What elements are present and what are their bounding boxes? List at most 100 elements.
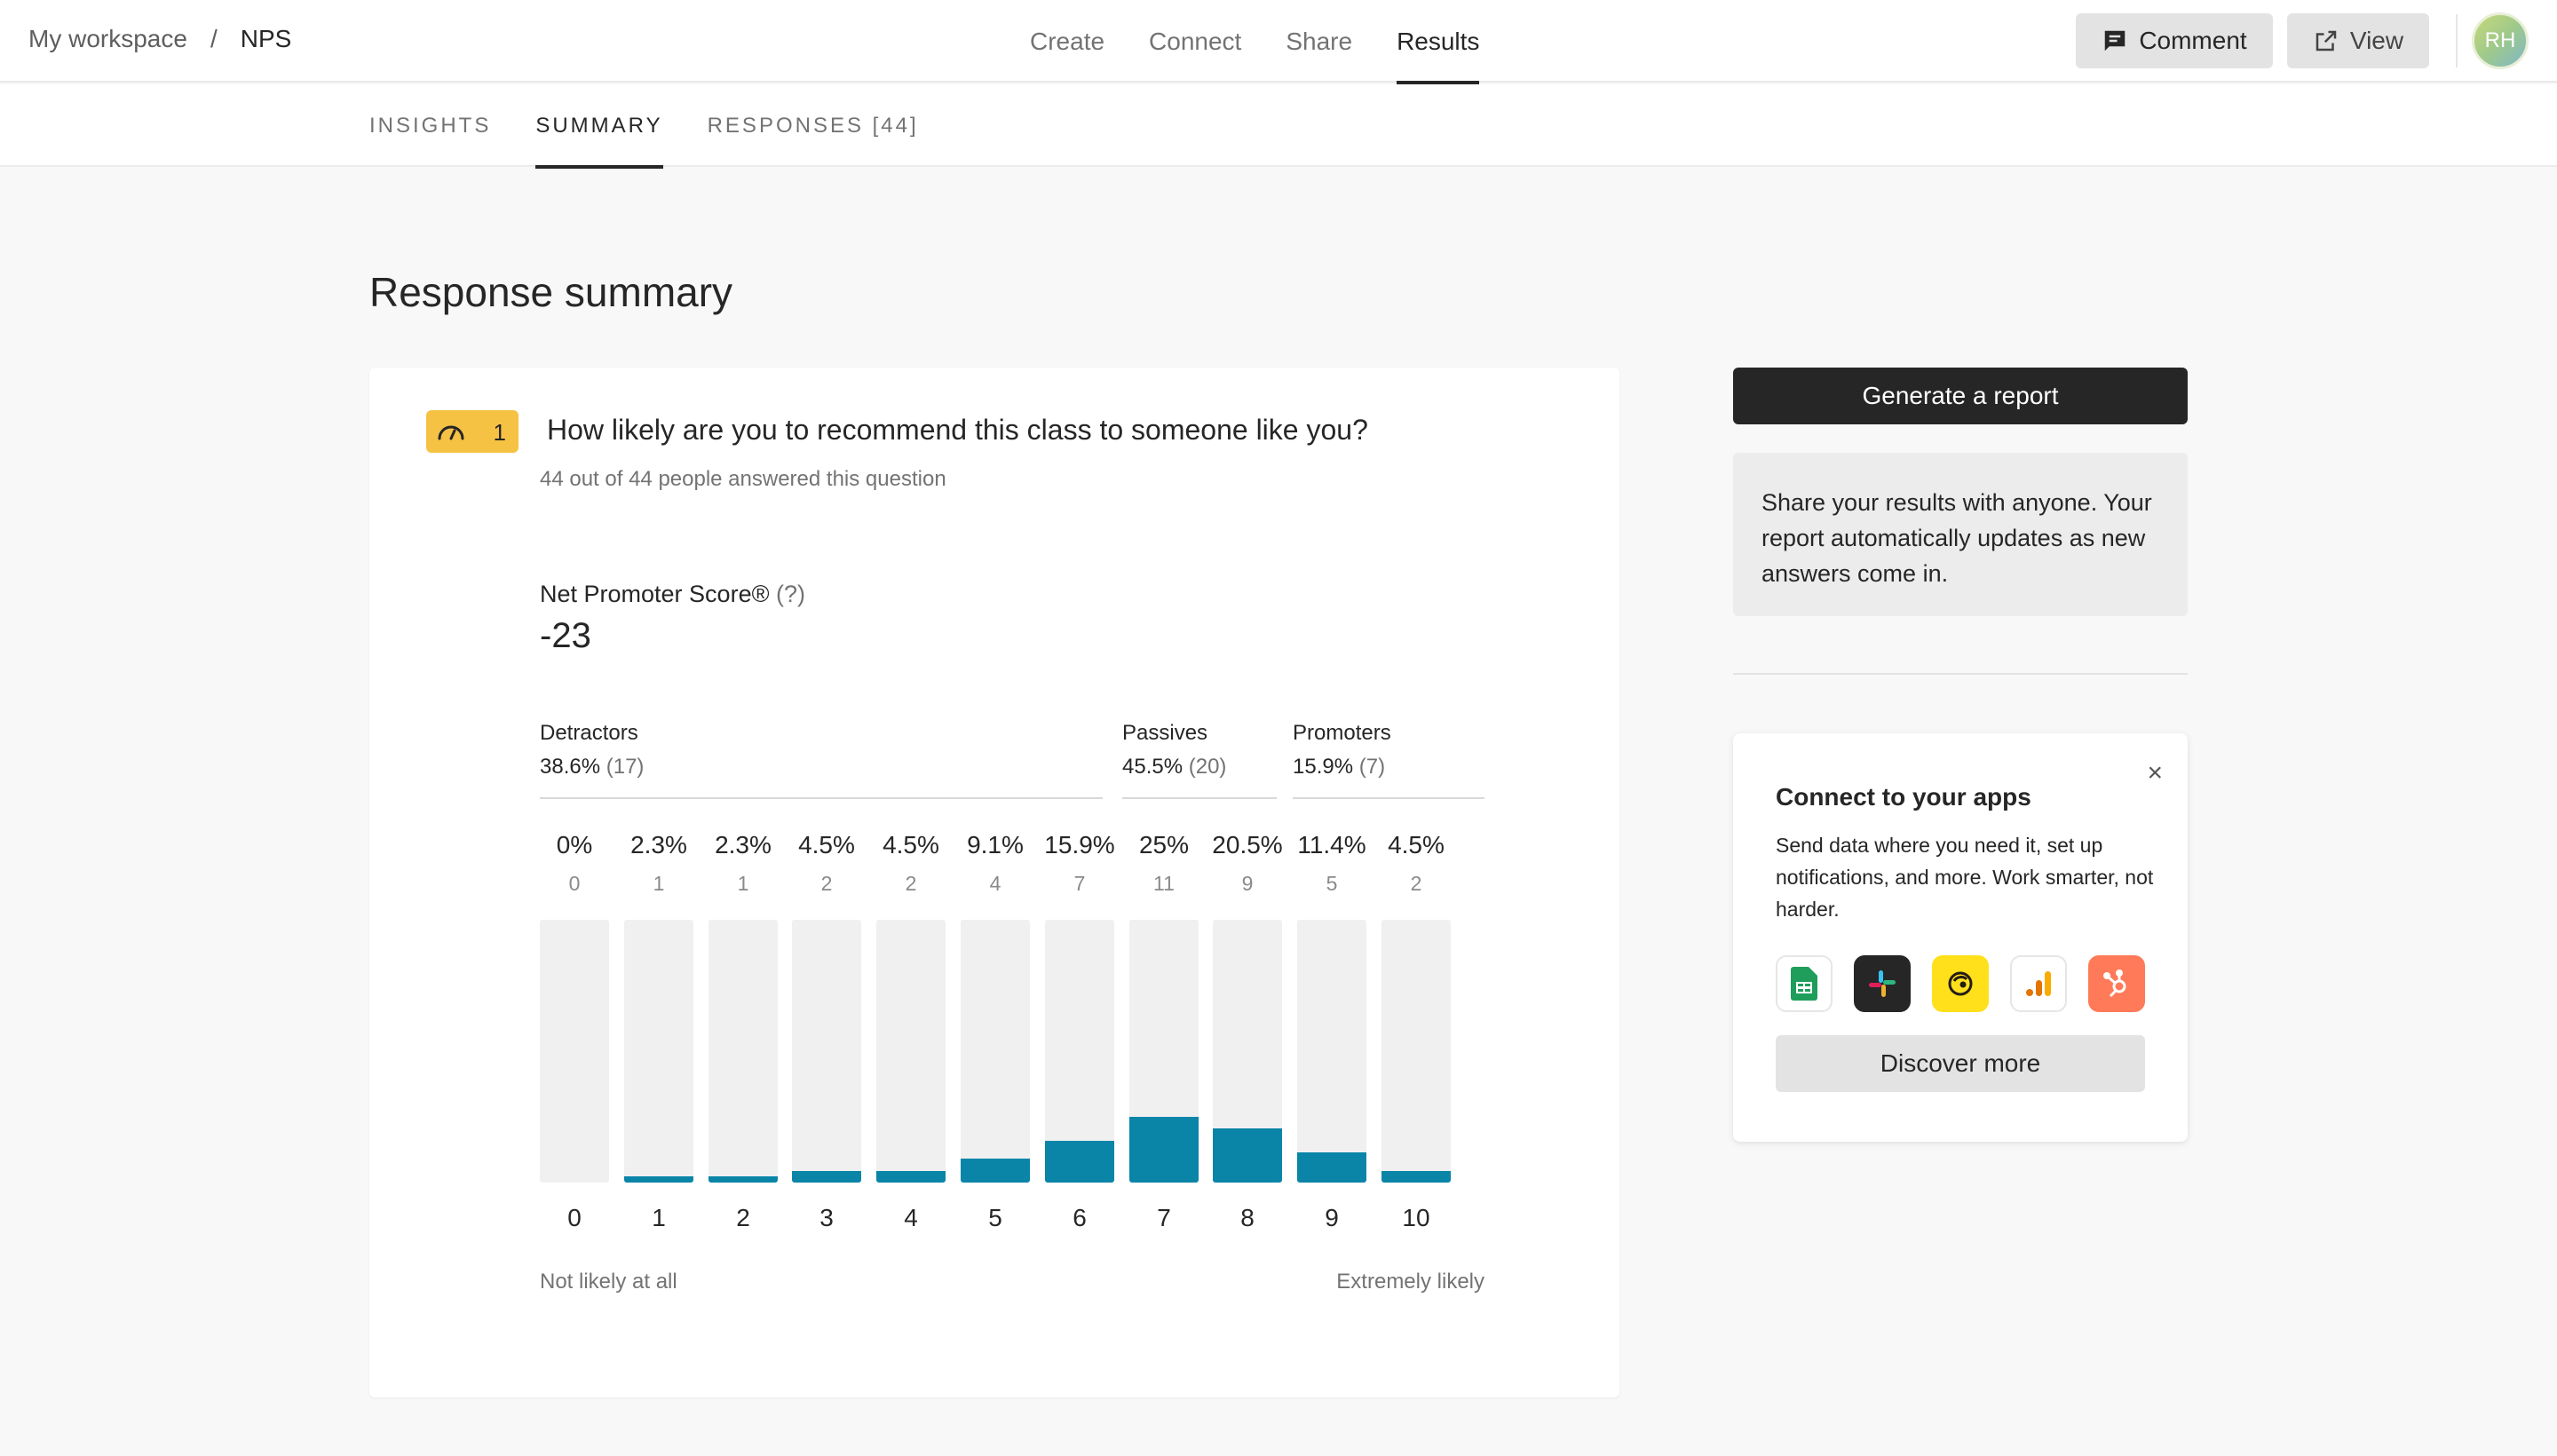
question-badge: 1 bbox=[426, 410, 519, 453]
top-bar: My workspace / NPS Create Connect Share … bbox=[0, 0, 2557, 84]
bar-count-label: 1 bbox=[653, 872, 665, 895]
toolbar-divider bbox=[2456, 14, 2458, 67]
nps-help[interactable]: (?) bbox=[776, 581, 805, 607]
bar-fill bbox=[1297, 1152, 1366, 1183]
promoters-name: Promoters bbox=[1293, 721, 1391, 745]
answered-count: 44 out of 44 people answered this questi… bbox=[540, 467, 946, 491]
page-title: Response summary bbox=[369, 269, 733, 315]
main-nav: Create Connect Share Results bbox=[1030, 0, 1524, 84]
bar-count-label: 0 bbox=[568, 872, 581, 895]
x-tick-label: 8 bbox=[1240, 1204, 1255, 1231]
bar-fill bbox=[1381, 1170, 1451, 1183]
google-analytics-icon[interactable] bbox=[2010, 955, 2067, 1012]
app-icons bbox=[1776, 955, 2166, 1012]
bar-count-label: 11 bbox=[1153, 872, 1175, 895]
promoters-underline bbox=[1293, 797, 1484, 799]
axis-left-label: Not likely at all bbox=[540, 1270, 677, 1294]
discover-more-button[interactable]: Discover more bbox=[1776, 1035, 2145, 1092]
bar-count-label: 2 bbox=[1410, 872, 1422, 895]
detractors-pct: 38.6% bbox=[540, 755, 601, 779]
bar-track bbox=[1213, 920, 1282, 1183]
nps-label-text: Net Promoter Score® bbox=[540, 581, 770, 607]
passives-count: (20) bbox=[1188, 755, 1227, 779]
generate-report-button[interactable]: Generate a report bbox=[1733, 368, 2188, 424]
question-number: 1 bbox=[493, 419, 506, 446]
bar-track bbox=[709, 920, 778, 1183]
x-tick-label: 3 bbox=[819, 1204, 834, 1231]
view-label: View bbox=[2349, 27, 2404, 54]
detractors-name: Detractors bbox=[540, 721, 638, 745]
avatar[interactable]: RH bbox=[2472, 12, 2529, 69]
nps-label: Net Promoter Score® (?) bbox=[540, 581, 805, 608]
breadcrumb-current[interactable]: NPS bbox=[241, 25, 292, 53]
bar-count-label: 7 bbox=[1073, 872, 1086, 895]
google-sheets-icon[interactable] bbox=[1776, 955, 1833, 1012]
bar-fill bbox=[792, 1170, 861, 1183]
nav-share[interactable]: Share bbox=[1286, 0, 1352, 83]
comment-label: Comment bbox=[2139, 27, 2247, 54]
bar-percent-label: 20.5% bbox=[1212, 831, 1283, 859]
comment-icon bbox=[2105, 30, 2126, 51]
bar-track bbox=[1297, 920, 1366, 1183]
bar-track bbox=[792, 920, 861, 1183]
bar-track bbox=[1045, 920, 1114, 1183]
slack-icon[interactable] bbox=[1854, 955, 1911, 1012]
passives-name: Passives bbox=[1122, 721, 1208, 745]
bar-count-label: 5 bbox=[1326, 872, 1338, 895]
tab-insights[interactable]: INSIGHTS bbox=[369, 84, 491, 167]
question-title: How likely are you to recommend this cla… bbox=[547, 414, 1368, 446]
bar-percent-label: 9.1% bbox=[967, 831, 1024, 859]
view-button[interactable]: View bbox=[2287, 13, 2429, 68]
breadcrumb-separator: / bbox=[210, 25, 218, 52]
bar-fill bbox=[1129, 1117, 1199, 1183]
question-card: 1 How likely are you to recommend this c… bbox=[369, 368, 1619, 1397]
bar-fill bbox=[876, 1170, 946, 1183]
mailchimp-icon[interactable] bbox=[1932, 955, 1989, 1012]
connect-apps-card: × Connect to your apps Send data where y… bbox=[1733, 733, 2188, 1142]
bar-percent-label: 15.9% bbox=[1044, 831, 1115, 859]
x-tick-label: 7 bbox=[1157, 1204, 1171, 1231]
comment-button[interactable]: Comment bbox=[2076, 13, 2273, 68]
passives-underline bbox=[1122, 797, 1277, 799]
passives-pct: 45.5% bbox=[1122, 755, 1184, 779]
bar-fill bbox=[1045, 1140, 1114, 1183]
x-tick-label: 10 bbox=[1402, 1204, 1430, 1231]
bar-count-label: 1 bbox=[737, 872, 749, 895]
bar-count-label: 2 bbox=[905, 872, 917, 895]
passives-group: Passives 45.5% (20) bbox=[1122, 721, 1226, 779]
nav-connect[interactable]: Connect bbox=[1149, 0, 1241, 83]
bar-percent-label: 0% bbox=[556, 831, 593, 859]
bar-fill bbox=[961, 1159, 1030, 1183]
bar-track bbox=[876, 920, 946, 1183]
bar-count-label: 4 bbox=[989, 872, 1001, 895]
bar-track bbox=[1129, 920, 1199, 1183]
x-tick-label: 2 bbox=[736, 1204, 750, 1231]
x-tick-label: 5 bbox=[988, 1204, 1002, 1231]
tab-responses[interactable]: RESPONSES [44] bbox=[708, 84, 919, 167]
bar-track bbox=[1381, 920, 1451, 1183]
breadcrumb-workspace[interactable]: My workspace bbox=[28, 25, 187, 53]
results-subnav: INSIGHTS SUMMARY RESPONSES [44] bbox=[0, 84, 2557, 169]
bar-percent-label: 4.5% bbox=[798, 831, 855, 859]
detractors-count: (17) bbox=[606, 755, 645, 779]
close-icon[interactable]: × bbox=[2147, 758, 2163, 788]
bar-track bbox=[540, 920, 609, 1183]
hubspot-icon[interactable] bbox=[2088, 955, 2145, 1012]
detractors-group: Detractors 38.6% (17) bbox=[540, 721, 644, 779]
bar-percent-label: 2.3% bbox=[630, 831, 687, 859]
x-tick-label: 9 bbox=[1325, 1204, 1339, 1231]
breadcrumb: My workspace / NPS bbox=[28, 25, 291, 53]
bar-percent-label: 4.5% bbox=[883, 831, 939, 859]
promoters-count: (7) bbox=[1358, 755, 1386, 779]
x-tick-label: 0 bbox=[567, 1204, 582, 1231]
x-tick-label: 1 bbox=[652, 1204, 666, 1231]
nav-results[interactable]: Results bbox=[1397, 0, 1480, 84]
promoters-pct: 15.9% bbox=[1293, 755, 1354, 779]
detractors-underline bbox=[540, 797, 1103, 799]
nav-create[interactable]: Create bbox=[1030, 0, 1104, 83]
bar-track bbox=[624, 920, 693, 1183]
tab-summary[interactable]: SUMMARY bbox=[535, 84, 663, 169]
promoters-group: Promoters 15.9% (7) bbox=[1293, 721, 1391, 779]
bar-percent-label: 11.4% bbox=[1297, 831, 1366, 859]
bar-percent-label: 25% bbox=[1138, 831, 1190, 859]
